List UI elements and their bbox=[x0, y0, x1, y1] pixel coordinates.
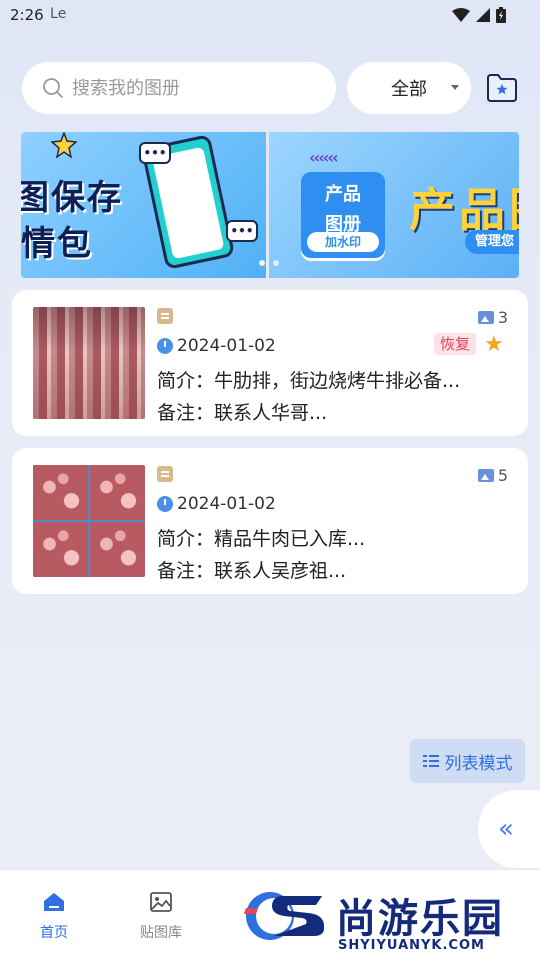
album-card[interactable]: 2024-01-02 简介：牛肋排，街边烧烤牛排必备... 备注：联系人华哥..… bbox=[12, 290, 528, 436]
album-remark: 备注：联系人华哥... bbox=[157, 402, 328, 424]
tab-gallery[interactable]: 贴图库 bbox=[126, 892, 196, 942]
gallery-icon bbox=[150, 892, 172, 912]
star-icon[interactable]: ★ bbox=[484, 334, 504, 356]
list-mode-button[interactable]: 列表模式 bbox=[410, 739, 525, 783]
watermark-logo bbox=[244, 892, 324, 940]
filter-select[interactable]: 全部 bbox=[347, 62, 471, 114]
album-description: 简介：牛肋排，街边烧烤牛排必备... bbox=[157, 370, 461, 392]
search-input[interactable] bbox=[72, 77, 312, 99]
chevron-down-icon bbox=[451, 85, 459, 90]
image-count: 5 bbox=[477, 466, 508, 485]
banner-carousel[interactable]: 图保存 情包 ••• ••• ‹‹‹‹‹‹ 产品 图册 加水印 产品图 管理您 bbox=[21, 132, 519, 278]
home-icon bbox=[44, 893, 64, 911]
signal-icon bbox=[476, 8, 490, 22]
carousel-dot[interactable] bbox=[273, 260, 279, 266]
carousel-dots bbox=[259, 260, 279, 266]
album-card[interactable]: 2024-01-02 简介：精品牛肉已入库... 备注：联系人吴彦祖... 5 bbox=[12, 448, 528, 594]
clock-icon bbox=[157, 496, 173, 512]
search-box[interactable] bbox=[22, 62, 336, 114]
banner-slide-a-line2: 情包 bbox=[21, 224, 93, 264]
favorite-folder-icon[interactable] bbox=[485, 72, 519, 104]
chat-bubble-icon: ••• bbox=[139, 142, 171, 164]
album-date: 2024-01-02 bbox=[177, 336, 276, 356]
image-count-value: 5 bbox=[497, 466, 508, 485]
filter-selected-label: 全部 bbox=[391, 79, 427, 100]
clock-icon bbox=[157, 338, 173, 354]
note-icon bbox=[157, 466, 173, 482]
note-icon bbox=[157, 308, 173, 324]
image-count-value: 3 bbox=[497, 308, 508, 327]
album-date-row: 2024-01-02 bbox=[157, 494, 276, 514]
status-time: 2:26 bbox=[10, 6, 44, 24]
image-icon bbox=[477, 469, 494, 482]
album-thumbnail[interactable] bbox=[33, 465, 145, 577]
image-count: 3 bbox=[477, 308, 508, 327]
list-mode-label: 列表模式 bbox=[444, 753, 513, 774]
banner-slide-sticker[interactable]: 图保存 情包 ••• ••• bbox=[21, 132, 266, 278]
image-icon bbox=[477, 311, 494, 324]
carousel-dot[interactable] bbox=[259, 260, 265, 266]
status-bar: 2:26 ᒪe bbox=[0, 0, 540, 32]
wifi-icon bbox=[452, 8, 470, 22]
restore-button[interactable]: 恢复 bbox=[434, 333, 477, 355]
expand-side-button[interactable]: « bbox=[478, 790, 540, 868]
tab-home[interactable]: 首页 bbox=[19, 892, 89, 942]
site-watermark: 尚游乐园 SHYIYUANYK.COM bbox=[240, 880, 540, 960]
watermark-url: SHYIYUANYK.COM bbox=[338, 938, 485, 953]
badge-line1: 产品 bbox=[325, 184, 361, 205]
list-icon bbox=[422, 754, 439, 768]
product-album-badge: 产品 图册 加水印 bbox=[301, 172, 385, 258]
tab-gallery-label: 贴图库 bbox=[140, 925, 182, 941]
banner-slide-a-line1: 图保存 bbox=[21, 178, 123, 218]
badge-line3: 加水印 bbox=[307, 232, 379, 252]
status-extra-icon: ᒪe bbox=[50, 6, 67, 22]
album-remark: 备注：联系人吴彦祖... bbox=[157, 560, 347, 582]
status-icons bbox=[452, 7, 506, 23]
album-description: 简介：精品牛肉已入库... bbox=[157, 528, 366, 550]
chat-bubble-icon: ••• bbox=[226, 220, 258, 242]
battery-icon bbox=[496, 7, 506, 23]
tab-home-label: 首页 bbox=[40, 925, 68, 941]
star-decoration-icon bbox=[51, 132, 77, 158]
search-icon bbox=[43, 78, 63, 98]
album-thumbnail[interactable] bbox=[33, 307, 145, 419]
arrows-decoration: ‹‹‹‹‹‹ bbox=[309, 148, 339, 167]
album-date-row: 2024-01-02 bbox=[157, 336, 276, 356]
watermark-text: 尚游乐园 bbox=[336, 896, 504, 942]
album-date: 2024-01-02 bbox=[177, 494, 276, 514]
banner-slide-b-pill: 管理您 bbox=[465, 230, 519, 254]
banner-slide-product[interactable]: ‹‹‹‹‹‹ 产品 图册 加水印 产品图 管理您 bbox=[269, 132, 519, 278]
